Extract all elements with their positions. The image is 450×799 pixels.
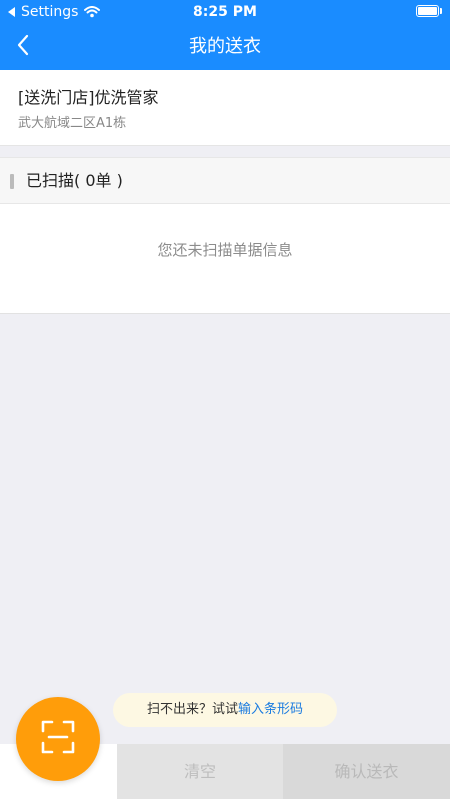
page-title: 我的送衣 bbox=[189, 36, 261, 57]
scanned-section-header: 已扫描( 0单 ) bbox=[0, 157, 450, 204]
scan-button[interactable] bbox=[16, 697, 100, 781]
hint-text: 扫不出来？试试 bbox=[146, 702, 238, 717]
manual-entry-hint: 扫不出来？试试输入条形码 bbox=[113, 693, 337, 727]
store-card: [送洗门店]优洗管家 武大航域二区A1栋 bbox=[0, 70, 450, 146]
enter-barcode-link[interactable]: 输入条形码 bbox=[238, 702, 303, 717]
store-name: [送洗门店]优洗管家 bbox=[18, 88, 159, 107]
status-time: 8:25 PM bbox=[193, 4, 257, 20]
scanned-count-label: 已扫描( 0单 ) bbox=[26, 171, 123, 190]
nav-bar: 我的送衣 bbox=[0, 24, 450, 70]
store-address: 武大航域二区A1栋 bbox=[18, 116, 127, 131]
scan-frame-icon bbox=[41, 720, 75, 758]
top-bar: Settings 8:25 PM 我的送衣 bbox=[0, 0, 450, 70]
section-accent-bar bbox=[10, 174, 14, 189]
empty-state-message: 您还未扫描单据信息 bbox=[157, 241, 293, 259]
confirm-send-button[interactable]: 确认送衣 bbox=[283, 744, 450, 799]
clear-button[interactable]: 清空 bbox=[117, 744, 283, 799]
status-bar: Settings 8:25 PM bbox=[0, 0, 450, 24]
scanned-list-empty: 您还未扫描单据信息 bbox=[0, 204, 450, 314]
battery-icon bbox=[416, 5, 442, 19]
